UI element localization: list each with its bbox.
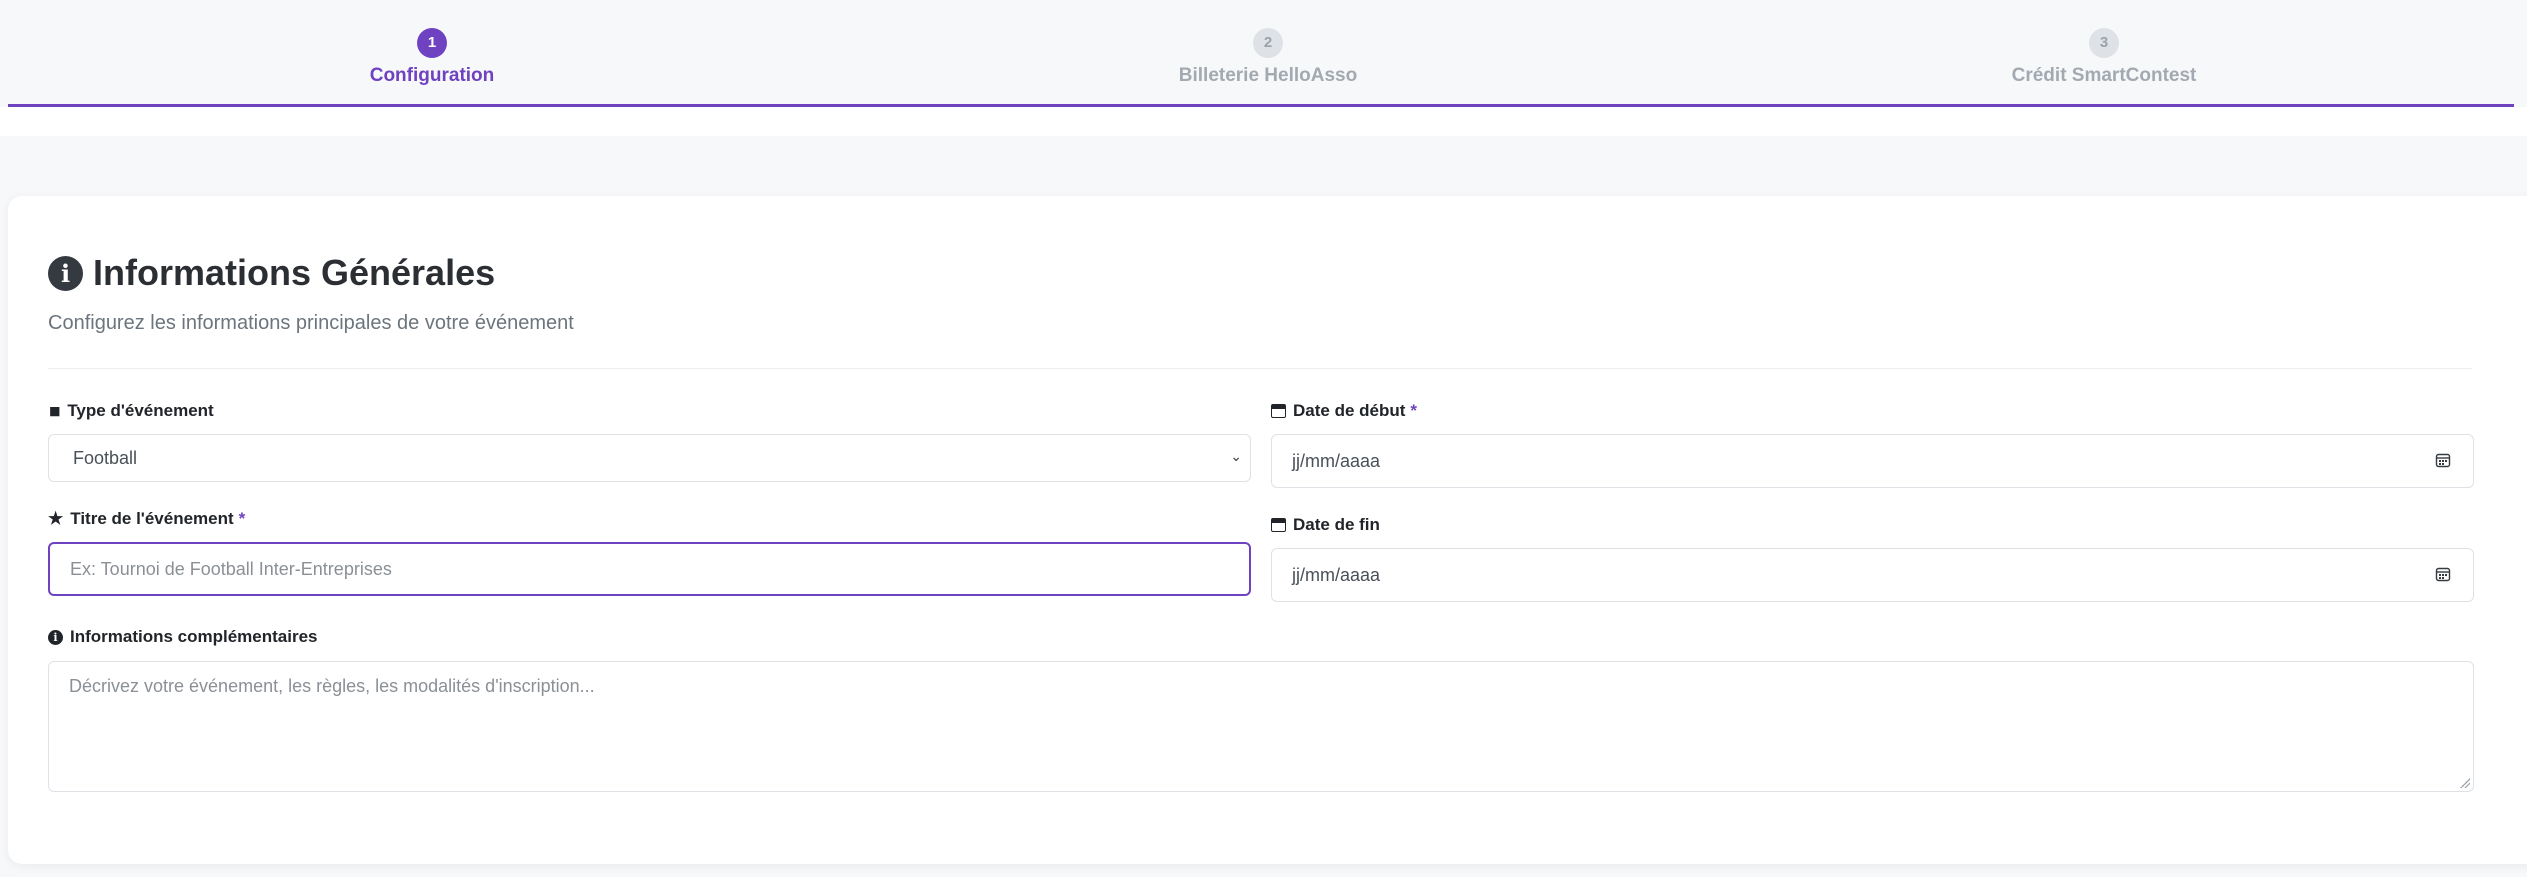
info-circle-icon: i <box>48 629 63 645</box>
event-type-select[interactable]: Football ⌄ <box>48 434 1251 482</box>
header-strip <box>0 107 2527 136</box>
step-label: Billeterie HelloAsso <box>1178 65 1358 86</box>
step-number: 2 <box>1253 28 1283 58</box>
progress-stepper: 1 Configuration 2 Billeterie HelloAsso 3… <box>8 0 2514 107</box>
event-type-label: ◆ Type d'événement <box>44 401 214 422</box>
resize-handle[interactable] <box>2460 778 2470 788</box>
start-date-input[interactable]: jj/mm/aaaa <box>1271 434 2474 488</box>
calendar-picker-icon[interactable] <box>2435 452 2451 468</box>
step-number: 3 <box>2089 28 2119 58</box>
event-type-label-text: Type d'événement <box>67 401 214 420</box>
step-label: Crédit SmartContest <box>2011 65 2197 86</box>
end-date-input[interactable]: jj/mm/aaaa <box>1271 548 2474 602</box>
end-date-placeholder: jj/mm/aaaa <box>1292 564 1381 585</box>
event-title-input[interactable]: Ex: Tournoi de Football Inter-Entreprise… <box>48 542 1251 596</box>
step-number: 1 <box>417 28 447 58</box>
step-billeterie[interactable]: 2 Billeterie HelloAsso <box>1118 28 1418 87</box>
end-date-label-text: Date de fin <box>1293 515 1380 534</box>
required-mark: * <box>238 509 246 528</box>
end-date-label: Date de fin <box>1271 515 1380 535</box>
tag-icon: ◆ <box>44 400 65 422</box>
general-info-card: i Informations Générales Configurez les … <box>8 196 2527 864</box>
additional-info-label: i Informations complémentaires <box>48 627 318 647</box>
star-icon: ★ <box>48 509 64 528</box>
step-configuration[interactable]: 1 Configuration <box>282 28 582 87</box>
additional-info-placeholder: Décrivez votre événement, les règles, le… <box>69 676 595 696</box>
calendar-icon <box>1271 404 1286 418</box>
additional-info-label-text: Informations complémentaires <box>70 627 318 646</box>
start-date-label: Date de début * <box>1271 401 1417 421</box>
event-title-label: ★ Titre de l'événement * <box>48 509 245 529</box>
step-label: Configuration <box>369 65 495 86</box>
card-title: Informations Générales <box>93 252 496 293</box>
event-title-label-text: Titre de l'événement <box>70 509 234 528</box>
chevron-down-icon: ⌄ <box>1230 448 1242 464</box>
card-subtitle: Configurez les informations principales … <box>48 312 574 334</box>
divider <box>48 368 2472 369</box>
event-type-value: Football <box>73 447 138 468</box>
start-date-label-text: Date de début <box>1293 401 1406 420</box>
calendar-icon <box>1271 518 1286 532</box>
additional-info-textarea[interactable]: Décrivez votre événement, les règles, le… <box>48 661 2474 792</box>
required-mark: * <box>1410 401 1418 420</box>
event-title-placeholder: Ex: Tournoi de Football Inter-Entreprise… <box>70 558 392 579</box>
step-credit[interactable]: 3 Crédit SmartContest <box>1954 28 2254 87</box>
start-date-placeholder: jj/mm/aaaa <box>1292 450 1381 471</box>
info-circle-icon: i <box>48 255 83 291</box>
calendar-picker-icon[interactable] <box>2435 566 2451 582</box>
card-header: i Informations Générales <box>48 252 495 294</box>
